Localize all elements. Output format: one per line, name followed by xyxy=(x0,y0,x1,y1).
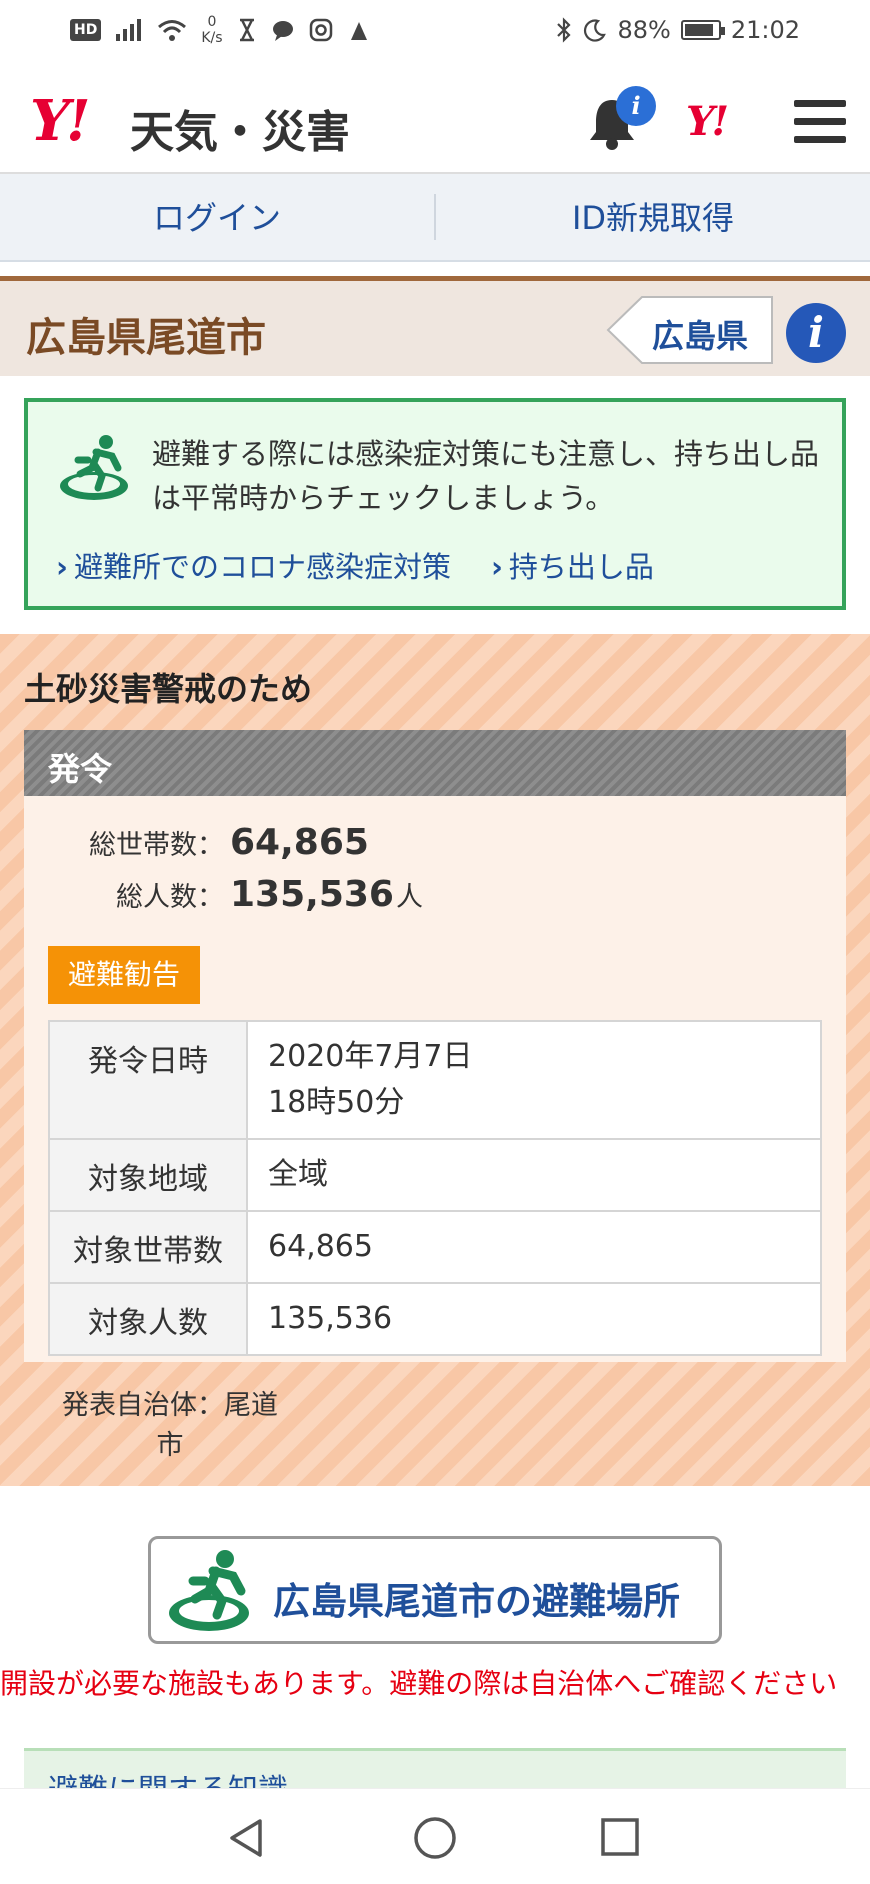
evacuation-icon xyxy=(169,1550,249,1631)
shelter-warning: 開設が必要な施設もあります。避難の際は自治体へご確認ください xyxy=(0,1667,838,1700)
chevron-right-icon: › xyxy=(490,550,503,584)
table-row: 対象地域 全域 xyxy=(48,1138,822,1212)
issue-date: 2020年7月7日 xyxy=(268,1039,473,1074)
alert-reason: 土砂災害警戒のため xyxy=(24,670,313,708)
recents-icon[interactable] xyxy=(600,1817,640,1857)
login-link[interactable]: ログイン xyxy=(0,174,434,260)
shelter-button-label: 広島県尾道市の避難場所 xyxy=(273,1580,680,1623)
app-icon xyxy=(350,22,367,40)
instagram-icon xyxy=(309,18,332,42)
home-icon[interactable] xyxy=(412,1815,458,1861)
menu-icon[interactable] xyxy=(794,100,846,144)
notification-badge[interactable]: i xyxy=(616,86,656,126)
page-title: 広島県尾道市 xyxy=(26,315,266,361)
bluetooth-icon xyxy=(557,17,572,43)
battery-fill xyxy=(684,24,713,36)
households-value: 64,865 xyxy=(230,822,369,863)
detail-key: 対象世帯数 xyxy=(48,1210,248,1284)
people-unit: 人 xyxy=(395,882,423,913)
battery-icon xyxy=(680,20,725,40)
notice-message: 避難する際には感染症対策にも注意し、持ち出し品は平常時からチェックしましょう。 xyxy=(152,437,820,515)
system-nav-bar xyxy=(0,1788,870,1884)
prefecture-label: 広島県 xyxy=(652,317,749,355)
region-header: 広島県尾道市 広島県 i xyxy=(0,276,870,376)
alert-card: 発令 総世帯数： 64,865 総人数： 135,536 人 避難勧告 発令日時… xyxy=(24,730,846,1362)
back-icon[interactable] xyxy=(226,1817,268,1859)
network-speed: 0 K/s xyxy=(201,14,222,46)
app-header: Y! 天気・災害 i Y! xyxy=(0,64,870,174)
evacuation-notice: 避難する際には感染症対策にも注意し、持ち出し品は平常時からチェックしましょう。 … xyxy=(24,398,846,610)
signal-icon xyxy=(116,19,142,41)
detail-key: 対象人数 xyxy=(48,1282,248,1356)
chevron-right-icon: › xyxy=(56,550,68,584)
detail-value: 64,865 xyxy=(246,1210,822,1284)
hd-icon: HD xyxy=(70,19,102,41)
households-label: 総世帯数： xyxy=(89,830,224,861)
info-icon[interactable]: i xyxy=(786,303,846,363)
speed-unit: K/s xyxy=(201,30,223,46)
register-link[interactable]: ID新規取得 xyxy=(436,174,870,260)
issue-time: 18時50分 xyxy=(268,1085,405,1120)
table-row: 対象世帯数 64,865 xyxy=(48,1210,822,1284)
table-row: 発令日時 2020年7月7日 18時50分 xyxy=(48,1020,822,1140)
wifi-icon xyxy=(158,20,187,41)
publisher-label: 発表自治体： xyxy=(62,1390,224,1421)
detail-key: 発令日時 xyxy=(48,1020,248,1140)
yahoo-japan-icon[interactable]: Y! xyxy=(686,98,729,145)
emergency-items-link[interactable]: › 持ち出し品 xyxy=(491,544,654,586)
publisher: 発表自治体：尾道市 xyxy=(60,1386,280,1466)
detail-value: 2020年7月7日 18時50分 xyxy=(246,1020,822,1140)
people-label: 総人数： xyxy=(116,882,224,913)
prefecture-link[interactable]: 広島県 xyxy=(606,295,774,365)
login-bar: ログイン ID新規取得 xyxy=(0,174,870,262)
knowledge-heading: 避難に関する知識 xyxy=(48,1765,288,1788)
evacuation-icon xyxy=(60,435,128,500)
alert-level-badge: 避難勧告 xyxy=(48,946,201,1004)
detail-value: 135,536 xyxy=(246,1282,822,1356)
people-value: 135,536 xyxy=(230,874,394,915)
clock: 21:02 xyxy=(730,16,800,44)
moon-icon xyxy=(584,19,607,42)
chat-icon xyxy=(272,21,293,41)
battery-percent: 88% xyxy=(617,16,671,44)
yahoo-logo[interactable]: Y! xyxy=(30,88,91,154)
table-row: 対象人数 135,536 xyxy=(48,1282,822,1356)
alert-status-bar: 発令 xyxy=(24,730,846,796)
knowledge-section[interactable]: 避難に関する知識 xyxy=(24,1748,846,1788)
detail-value: 全域 xyxy=(246,1138,822,1212)
alert-stats: 総世帯数： 64,865 総人数： 135,536 人 xyxy=(54,822,423,926)
status-bar: HD 0 K/s 88% 21:02 xyxy=(0,0,870,64)
alert-status: 発令 xyxy=(48,750,113,788)
corona-measures-link[interactable]: › 避難所でのコロナ感染症対策 xyxy=(56,544,451,586)
link-label: 持ち出し品 xyxy=(508,550,654,584)
alert-section: 土砂災害警戒のため 発令 総世帯数： 64,865 総人数： 135,536 人… xyxy=(0,634,870,1486)
service-title[interactable]: 天気・災害 xyxy=(130,96,350,160)
link-label: 避難所でのコロナ感染症対策 xyxy=(73,550,451,584)
alert-detail-table: 発令日時 2020年7月7日 18時50分 対象地域 全域 対象世帯数 64,8… xyxy=(48,1020,822,1356)
shelter-button[interactable]: 広島県尾道市の避難場所 xyxy=(148,1536,722,1644)
speed-value: 0 xyxy=(207,14,217,30)
hourglass-icon xyxy=(239,18,254,42)
detail-key: 対象地域 xyxy=(48,1138,248,1212)
